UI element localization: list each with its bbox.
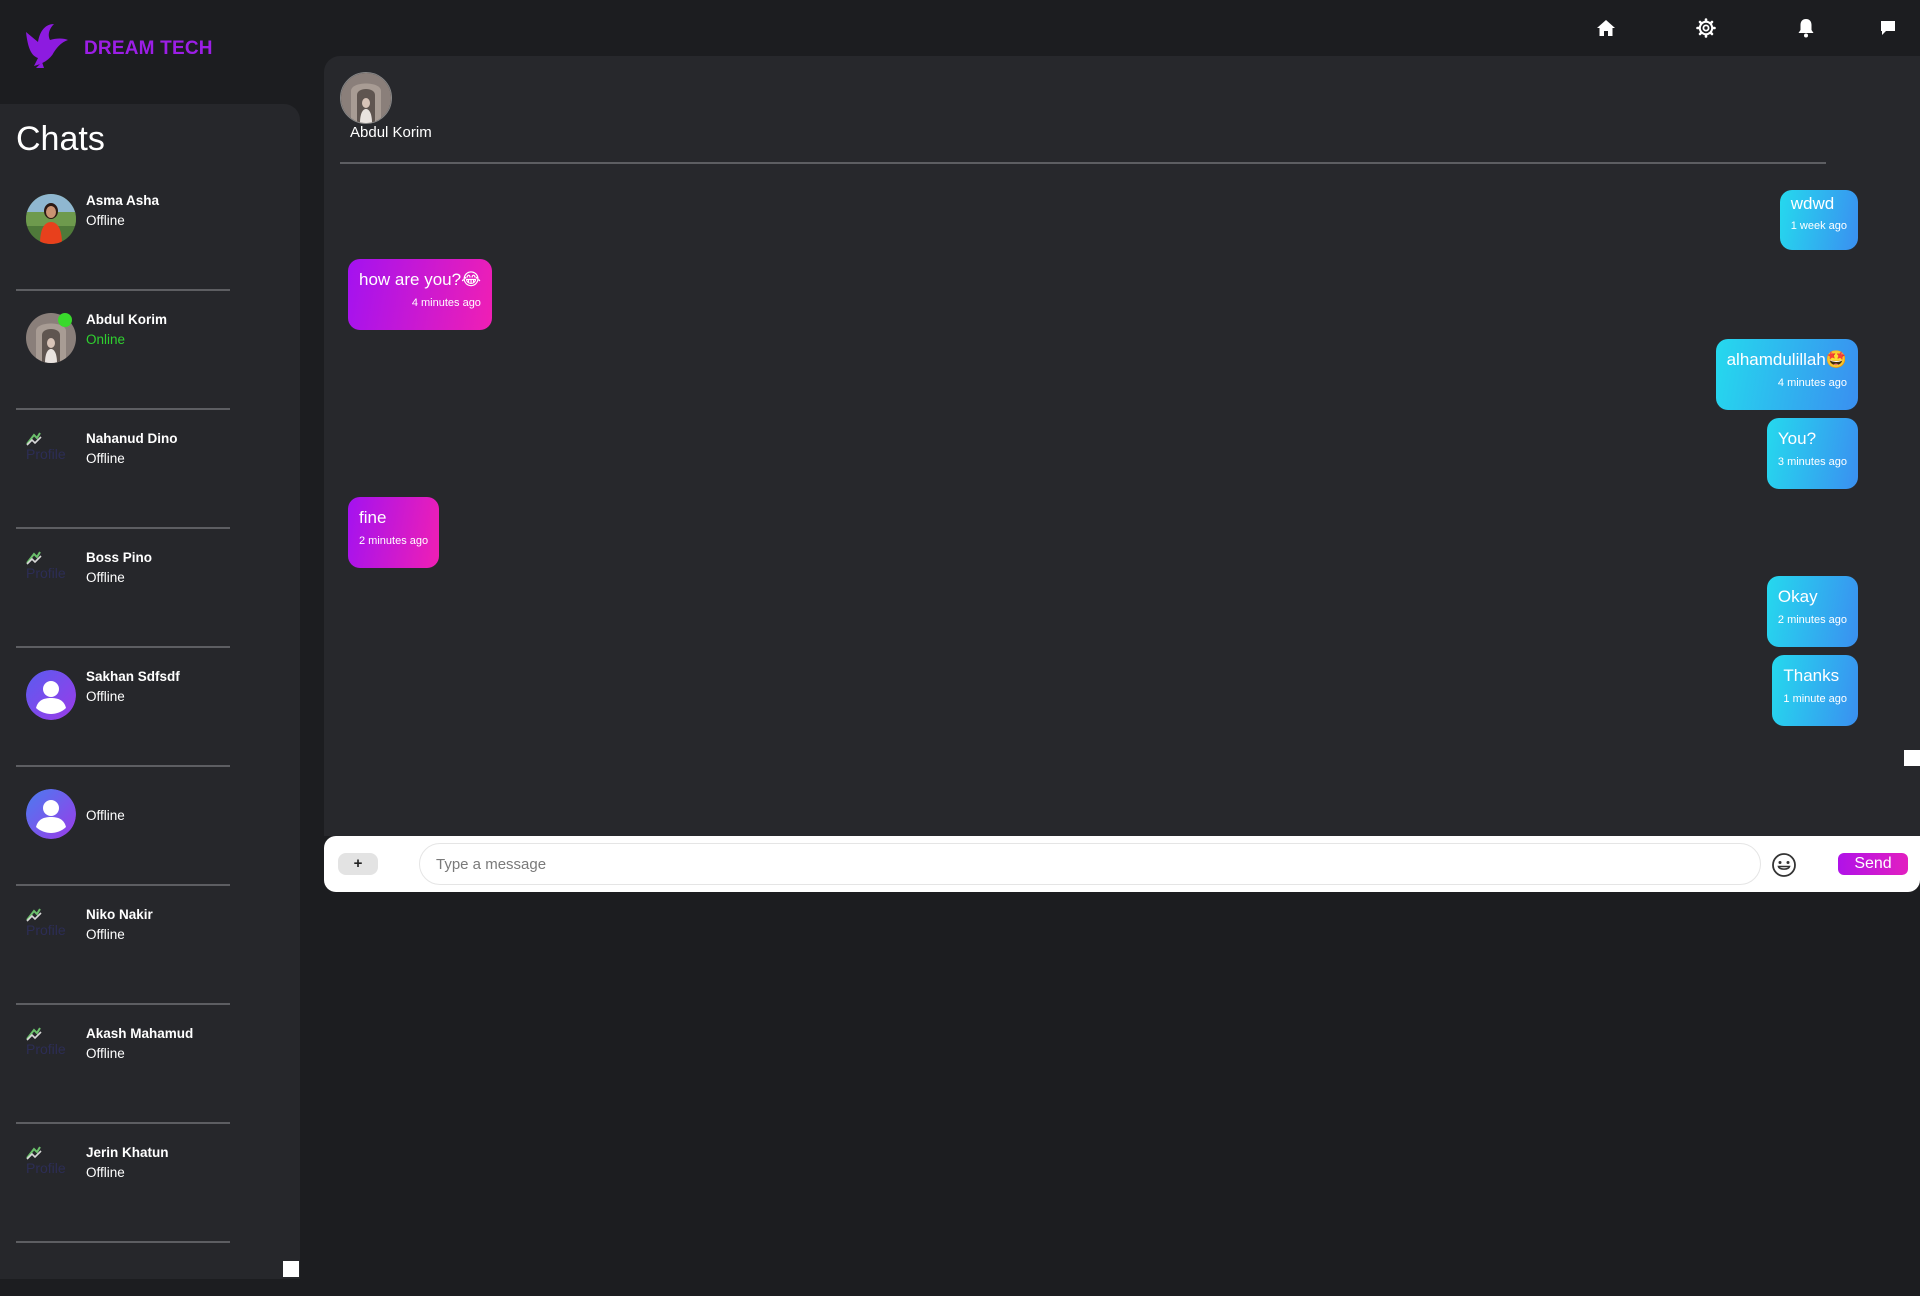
chat-status: Online <box>86 332 126 347</box>
broken-image-alt: Profile <box>26 446 66 462</box>
chat-contact-name: Niko Nakir <box>86 907 153 922</box>
chat-item[interactable]: Sakhan Sdfsdf Offline <box>16 648 230 767</box>
message-time: 4 minutes ago <box>1777 377 1847 389</box>
message-time: 1 week ago <box>1790 220 1847 232</box>
broken-image-icon: Profile <box>26 908 76 958</box>
broken-image-alt: Profile <box>26 565 66 581</box>
chat-sidebar: Chats Asma Asha Offline Abdul Korim Onli… <box>0 104 300 1279</box>
message-bubble-sent: You? 3 minutes ago <box>1766 418 1858 489</box>
scroll-handle[interactable] <box>283 1261 299 1277</box>
scroll-handle[interactable] <box>1904 750 1920 766</box>
broken-image-icon: Profile <box>26 1146 76 1196</box>
chat-icon <box>1881 21 1895 35</box>
default-avatar-icon <box>26 670 76 720</box>
message-text: You? <box>1777 429 1817 448</box>
message-input[interactable] <box>419 843 1761 885</box>
chat-item[interactable]: Profile Boss Pino Offline <box>16 529 230 648</box>
top-navigation <box>1556 14 1896 42</box>
messages-button[interactable] <box>1856 14 1896 42</box>
chat-item[interactable]: Profile Akash Mahamud Offline <box>16 1005 230 1124</box>
broken-image-icon: Profile <box>26 432 76 482</box>
message-bubble-received: how are you?😂 4 minutes ago <box>348 259 492 330</box>
contact-name: Abdul Korim <box>350 124 432 141</box>
home-button[interactable] <box>1556 14 1656 42</box>
attach-button[interactable]: + <box>338 853 378 875</box>
chat-contact-name: Asma Asha <box>86 193 160 208</box>
message-composer: + Send <box>324 836 1920 892</box>
chat-status: Offline <box>86 808 125 823</box>
broken-image-alt: Profile <box>26 922 66 938</box>
chat-contact-name <box>86 787 125 805</box>
message-bubble-sent: wdwd 1 week ago <box>1779 190 1858 250</box>
send-button[interactable]: Send <box>1838 853 1908 875</box>
message-text: wdwd <box>1790 194 1835 213</box>
chat-item[interactable]: Offline <box>16 767 230 886</box>
chat-status: Offline <box>86 689 125 704</box>
chat-list: Asma Asha Offline Abdul Korim Online Pro… <box>16 172 230 1243</box>
contact-avatar[interactable] <box>340 72 392 124</box>
broken-image-icon: Profile <box>26 551 76 601</box>
chat-item[interactable]: Profile Niko Nakir Offline <box>16 886 230 1005</box>
chat-status: Offline <box>86 927 125 942</box>
message-text: alhamdulillah🤩 <box>1726 350 1847 369</box>
message-time: 2 minutes ago <box>359 535 429 547</box>
chat-item[interactable]: Abdul Korim Online <box>16 291 230 410</box>
message-time: 3 minutes ago <box>1777 456 1847 468</box>
chat-status: Offline <box>86 570 125 585</box>
chat-status: Offline <box>86 1165 125 1180</box>
message-bubble-sent: Thanks 1 minute ago <box>1772 655 1858 726</box>
broken-image-icon: Profile <box>26 1027 76 1077</box>
chat-item[interactable]: Asma Asha Offline <box>16 172 230 291</box>
header-divider <box>340 162 1826 164</box>
chat-panel: Abdul Korim wdwd 1 week ago how are you?… <box>324 56 1920 836</box>
message-bubble-received: fine 2 minutes ago <box>348 497 440 568</box>
home-icon <box>1597 20 1615 36</box>
message-time: 1 minute ago <box>1783 693 1847 705</box>
broken-image-alt: Profile <box>26 1160 66 1176</box>
bell-icon <box>1798 19 1814 38</box>
brand-logo[interactable]: DREAM TECH <box>24 22 213 75</box>
chat-contact-name: Jerin Khatun <box>86 1145 169 1160</box>
chat-item[interactable]: Profile Nahanud Dino Offline <box>16 410 230 529</box>
gear-icon <box>1696 18 1716 38</box>
message-bubble-sent: alhamdulillah🤩 4 minutes ago <box>1715 339 1858 410</box>
chat-status: Offline <box>86 213 125 228</box>
online-indicator <box>58 313 72 327</box>
chat-contact-name: Sakhan Sdfsdf <box>86 669 180 684</box>
notifications-button[interactable] <box>1756 14 1856 42</box>
message-text: fine <box>359 508 387 527</box>
settings-button[interactable] <box>1656 14 1756 42</box>
message-time: 2 minutes ago <box>1777 614 1847 626</box>
chat-contact-name: Akash Mahamud <box>86 1026 194 1041</box>
emoji-button[interactable] <box>1771 852 1797 878</box>
chat-status: Offline <box>86 451 125 466</box>
message-text: Thanks <box>1783 666 1840 685</box>
broken-image-alt: Profile <box>26 1041 66 1057</box>
chat-status: Offline <box>86 1046 125 1061</box>
chat-item[interactable]: Profile Jerin Khatun Offline <box>16 1124 230 1243</box>
smiley-icon <box>1772 853 1796 877</box>
avatar <box>26 194 76 244</box>
message-text: Okay <box>1777 587 1818 606</box>
chat-contact-name: Nahanud Dino <box>86 431 178 446</box>
sidebar-title: Chats <box>16 120 105 158</box>
chat-contact-name: Boss Pino <box>86 550 153 565</box>
message-bubble-sent: Okay 2 minutes ago <box>1766 576 1858 647</box>
message-text: how are you?😂 <box>359 270 481 289</box>
message-time: 4 minutes ago <box>411 297 481 309</box>
dove-icon <box>24 22 70 75</box>
default-avatar-icon <box>26 789 76 839</box>
chat-contact-name: Abdul Korim <box>86 312 167 327</box>
brand-name: DREAM TECH <box>84 37 213 59</box>
